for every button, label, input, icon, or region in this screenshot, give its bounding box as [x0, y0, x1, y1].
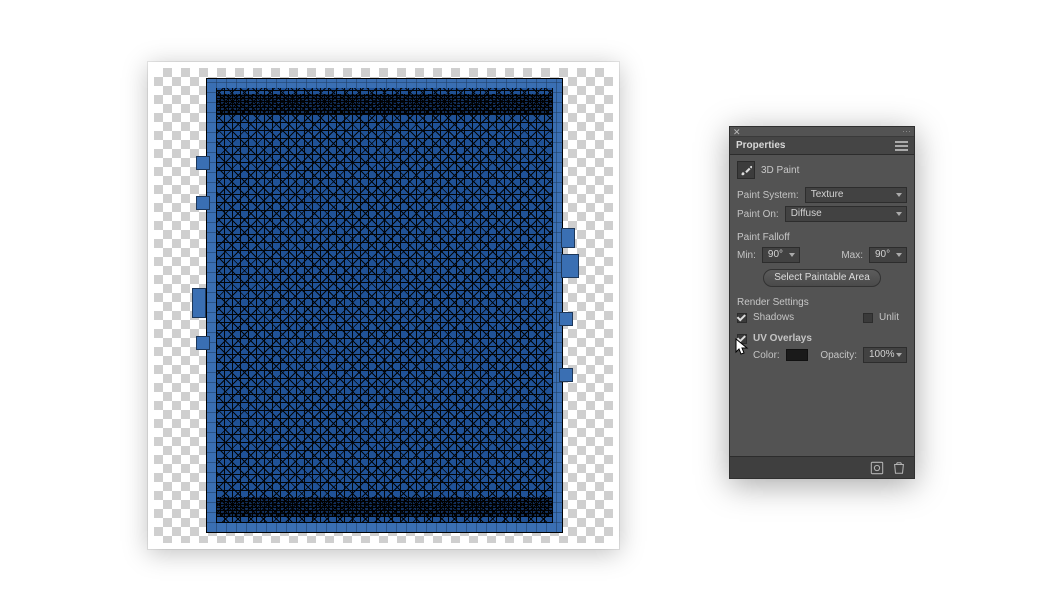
falloff-min-dropdown[interactable]: 90°	[762, 247, 800, 263]
chevron-down-icon	[789, 253, 795, 257]
uv-dense-band-bottom	[216, 497, 553, 517]
paint-on-label: Paint On:	[737, 209, 779, 220]
mouse-cursor-icon	[735, 338, 749, 356]
falloff-max-label: Max:	[841, 250, 863, 261]
uv-dense-mesh	[216, 88, 553, 523]
paint-system-label: Paint System:	[737, 190, 799, 201]
unlit-checkbox[interactable]	[863, 313, 873, 323]
paint-system-value: Texture	[811, 189, 844, 200]
chevron-down-icon	[896, 253, 902, 257]
properties-panel: ✕ Properties 3D Paint Paint System: Text…	[729, 126, 915, 479]
overlay-color-swatch[interactable]	[786, 349, 808, 361]
grip-icon[interactable]	[902, 130, 910, 134]
uv-map-texture	[206, 78, 563, 533]
close-icon[interactable]: ✕	[733, 128, 741, 136]
trash-icon[interactable]	[892, 461, 906, 475]
panel-menu-icon[interactable]	[895, 141, 908, 151]
section-3d-paint-label: 3D Paint	[761, 165, 799, 176]
overlay-opacity-value: 100%	[869, 349, 895, 360]
paint-falloff-title: Paint Falloff	[737, 232, 907, 243]
falloff-max-value: 90°	[875, 249, 890, 260]
uv-edge-bump	[196, 156, 210, 170]
panel-title: Properties	[736, 140, 785, 151]
uv-dense-band-top	[216, 94, 553, 114]
uv-edge-bump	[192, 288, 206, 318]
shadows-checkbox[interactable]	[737, 313, 747, 323]
paint-on-dropdown[interactable]: Diffuse	[785, 206, 907, 222]
render-settings-icon[interactable]	[870, 461, 884, 475]
select-paintable-area-button[interactable]: Select Paintable Area	[763, 269, 881, 287]
uv-edge-bump	[561, 228, 575, 248]
unlit-label: Unlit	[879, 312, 899, 323]
panel-footer	[730, 456, 914, 478]
panel-drag-bar[interactable]: ✕	[730, 127, 914, 137]
chevron-down-icon	[896, 193, 902, 197]
overlay-color-label: Color:	[753, 350, 780, 361]
falloff-max-dropdown[interactable]: 90°	[869, 247, 907, 263]
uv-edge-bump	[561, 254, 579, 278]
document-canvas[interactable]	[148, 62, 619, 549]
uv-edge-bump	[196, 196, 210, 210]
panel-title-bar: Properties	[730, 137, 914, 155]
chevron-down-icon	[896, 353, 902, 357]
render-settings-title: Render Settings	[737, 297, 907, 308]
falloff-min-label: Min:	[737, 250, 756, 261]
brush-icon[interactable]	[737, 161, 755, 179]
falloff-min-value: 90°	[768, 249, 783, 260]
paint-on-value: Diffuse	[791, 208, 822, 219]
uv-edge-bump	[559, 368, 573, 382]
uv-edge-bump	[559, 312, 573, 326]
overlay-opacity-dropdown[interactable]: 100%	[863, 347, 907, 363]
uv-edge-bump	[196, 336, 210, 350]
paint-system-dropdown[interactable]: Texture	[805, 187, 907, 203]
overlay-opacity-label: Opacity:	[820, 350, 857, 361]
uv-overlays-label: UV Overlays	[753, 333, 812, 344]
chevron-down-icon	[896, 212, 902, 216]
shadows-label: Shadows	[753, 312, 794, 323]
